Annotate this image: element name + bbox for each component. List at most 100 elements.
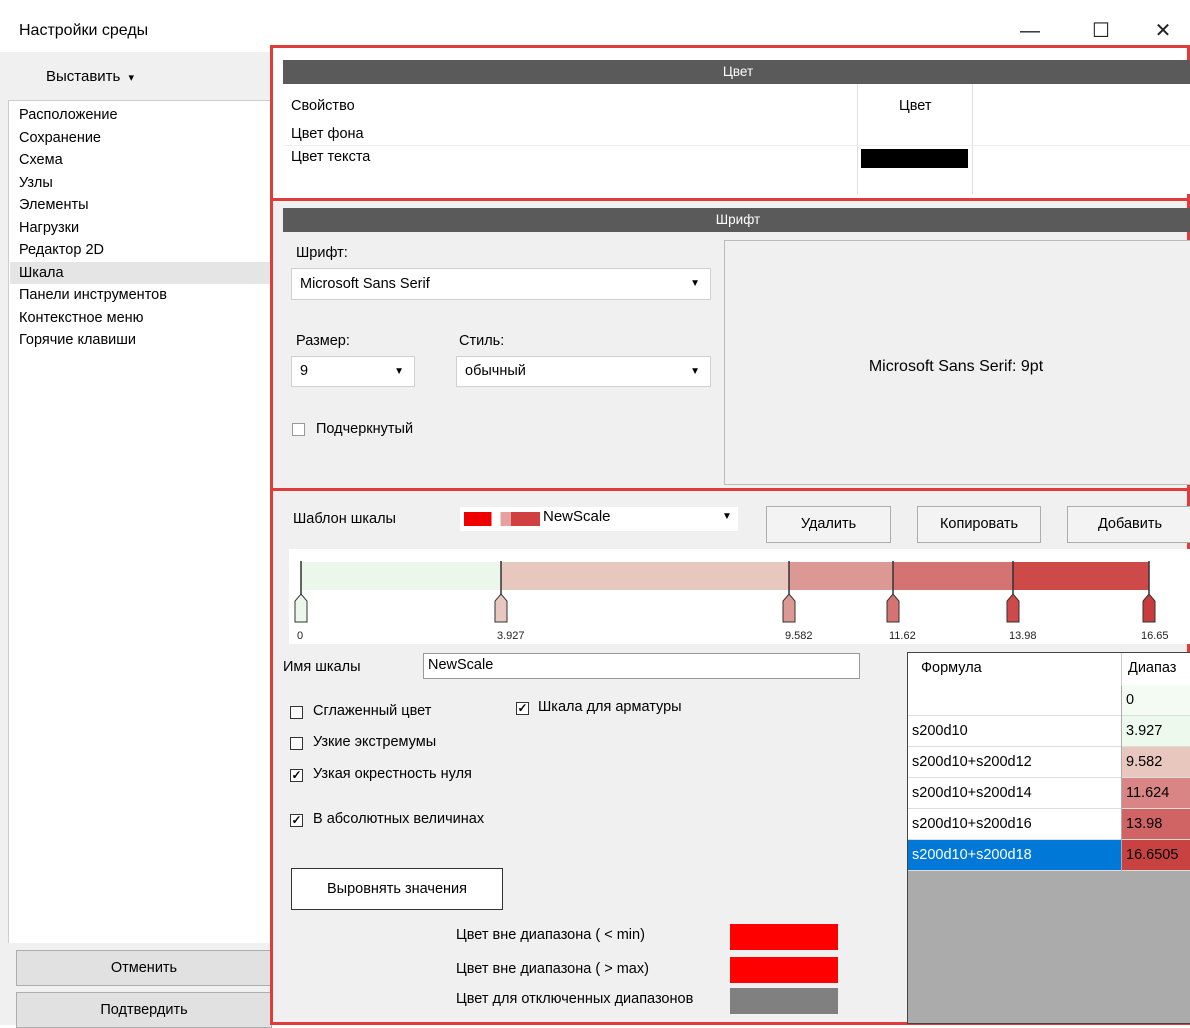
table-formula-cell[interactable]: s200d10+s200d18 xyxy=(908,840,1121,871)
nav-item[interactable]: Шкала xyxy=(10,261,271,284)
nav-item[interactable]: Нагрузки xyxy=(19,217,271,239)
font-section-header: Шрифт xyxy=(283,208,1190,232)
chevron-down-icon: ▾ xyxy=(128,72,135,84)
out-of-range-max-swatch[interactable] xyxy=(730,957,838,983)
set-dropdown-label: Выставить xyxy=(46,68,121,85)
scale-template-preview xyxy=(464,512,540,526)
font-section: Шрифт Шрифт: Microsoft Sans Serif ▼ Разм… xyxy=(270,198,1190,493)
nav-item[interactable]: Расположение xyxy=(19,104,271,126)
add-button[interactable]: Добавить xyxy=(1067,506,1190,543)
scale-template-select[interactable]: NewScale ▼ xyxy=(460,507,738,531)
underline-label: Подчеркнутый xyxy=(316,421,414,437)
disabled-ranges-label: Цвет для отключенных диапазонов xyxy=(456,991,694,1007)
font-preview-text: Microsoft Sans Serif: 9pt xyxy=(868,358,1044,375)
option-checkbox[interactable] xyxy=(290,737,303,750)
style-select[interactable]: обычный ▼ xyxy=(456,356,711,387)
table-formula-cell[interactable] xyxy=(908,685,1121,716)
out-of-range-min-swatch[interactable] xyxy=(730,924,838,950)
close-button[interactable]: ✕ xyxy=(1143,16,1183,46)
gradient-stop-label: 13.98 xyxy=(1009,630,1037,642)
nav-item[interactable]: Сохранение xyxy=(19,127,271,149)
option-label: Сглаженный цвет xyxy=(313,703,432,719)
color-section: Цвет Свойство Цвет Цвет фона Цвет текста xyxy=(270,45,1190,203)
nav-item[interactable]: Схема xyxy=(19,149,271,171)
disabled-ranges-swatch[interactable] xyxy=(730,988,838,1014)
option-label: В абсолютных величинах xyxy=(313,811,485,827)
option-label: Узкая окрестность нуля xyxy=(313,766,472,782)
align-values-button[interactable]: Выровнять значения xyxy=(291,868,503,910)
scale-gradient-editor[interactable]: 0 3.927 9.582 11.62 13.98 16.65 xyxy=(289,549,1190,644)
option-label: Узкие экстремумы xyxy=(313,734,437,750)
option-checkbox[interactable]: ✓ xyxy=(290,769,303,782)
gradient-stop-handle xyxy=(1006,593,1020,623)
font-select-value: Microsoft Sans Serif xyxy=(300,276,430,292)
table-formula-cell[interactable]: s200d10 xyxy=(908,716,1121,747)
gradient-stop-handle xyxy=(494,593,508,623)
scale-template-label: Шаблон шкалы xyxy=(293,511,396,527)
gradient-stop-label: 0 xyxy=(297,630,303,642)
rebar-scale-checkbox[interactable]: ✓ xyxy=(516,702,529,715)
nav-item[interactable]: Панели инструментов xyxy=(19,284,271,306)
background-color-row[interactable]: Цвет фона xyxy=(291,126,364,142)
color-column-header: Цвет xyxy=(899,98,932,114)
table-formula-cell[interactable]: s200d10+s200d16 xyxy=(908,809,1121,840)
nav-item[interactable]: Контекстное меню xyxy=(19,307,271,329)
scale-ranges-table: Формула Диапаз 0 s200d10 3.927 s200d10+s200… xyxy=(907,652,1190,1024)
gradient-stop-label: 16.65 xyxy=(1141,630,1169,642)
table-range-cell[interactable]: 13.98 xyxy=(1122,809,1190,840)
size-select-value: 9 xyxy=(300,363,309,379)
underline-checkbox[interactable] xyxy=(292,423,305,436)
text-color-row[interactable]: Цвет текста xyxy=(291,149,370,165)
table-range-cell[interactable]: 16.6505 xyxy=(1122,840,1190,871)
nav-item[interactable]: Редактор 2D xyxy=(19,239,271,261)
style-select-value: обычный xyxy=(465,363,526,379)
font-select[interactable]: Microsoft Sans Serif ▼ xyxy=(291,268,711,300)
formula-column-header: Формула xyxy=(921,660,982,676)
size-select[interactable]: 9 ▼ xyxy=(291,356,415,387)
nav-item[interactable]: Узлы xyxy=(19,172,271,194)
maximize-button[interactable]: ☐ xyxy=(1081,16,1121,46)
gradient-stop-handle xyxy=(1142,593,1156,623)
gradient-stop-handle xyxy=(294,593,308,623)
option-checkbox[interactable] xyxy=(290,706,303,719)
out-of-range-max-label: Цвет вне диапазона ( > max) xyxy=(456,961,649,977)
table-formula-cell[interactable]: s200d10+s200d14 xyxy=(908,778,1121,809)
gradient-stop-handle xyxy=(886,593,900,623)
table-range-cell[interactable]: 3.927 xyxy=(1122,716,1190,747)
scale-name-label: Имя шкалы xyxy=(283,659,361,675)
gradient-segment xyxy=(789,562,894,590)
color-property-grid: Свойство Цвет Цвет фона Цвет текста xyxy=(283,84,1190,194)
gradient-segment xyxy=(301,562,501,590)
chevron-down-icon: ▼ xyxy=(690,278,700,289)
window-title: Настройки среды xyxy=(19,22,149,39)
nav-item[interactable]: Горячие клавиши xyxy=(19,329,271,351)
table-range-cell[interactable]: 11.624 xyxy=(1122,778,1190,809)
nav-item[interactable]: Элементы xyxy=(19,194,271,216)
out-of-range-min-label: Цвет вне диапазона ( < min) xyxy=(456,927,645,943)
table-range-cell[interactable]: 0 xyxy=(1122,685,1190,716)
chevron-down-icon: ▼ xyxy=(722,511,732,522)
text-color-swatch[interactable] xyxy=(861,149,968,168)
font-preview: Microsoft Sans Serif: 9pt xyxy=(724,240,1190,485)
range-column-header: Диапаз xyxy=(1128,660,1177,676)
scale-section: Шаблон шкалы NewScale ▼ Удалить Копирова… xyxy=(270,488,1190,1025)
gradient-segment xyxy=(1012,562,1149,590)
gradient-stop-label: 9.582 xyxy=(785,630,813,642)
scale-name-input[interactable]: NewScale xyxy=(423,653,860,679)
cancel-button[interactable]: Отменить xyxy=(16,950,272,986)
minimize-button[interactable]: — xyxy=(1010,16,1050,46)
settings-nav-list: Расположение Сохранение Схема Узлы Элементы Н… xyxy=(8,100,273,943)
color-section-header: Цвет xyxy=(283,60,1190,84)
font-label: Шрифт: xyxy=(296,245,348,261)
option-checkbox[interactable]: ✓ xyxy=(290,814,303,827)
copy-button[interactable]: Копировать xyxy=(917,506,1041,543)
scale-template-value: NewScale xyxy=(543,508,611,525)
delete-button[interactable]: Удалить xyxy=(766,506,891,543)
table-header-row: Формула Диапаз xyxy=(908,653,1190,686)
confirm-button[interactable]: Подтвердить xyxy=(16,992,272,1028)
gradient-stop-label: 11.62 xyxy=(889,630,916,642)
table-range-cell[interactable]: 9.582 xyxy=(1122,747,1190,778)
chevron-down-icon: ▼ xyxy=(394,366,404,377)
table-formula-cell[interactable]: s200d10+s200d12 xyxy=(908,747,1121,778)
set-dropdown[interactable]: Выставить ▾ xyxy=(46,68,134,85)
